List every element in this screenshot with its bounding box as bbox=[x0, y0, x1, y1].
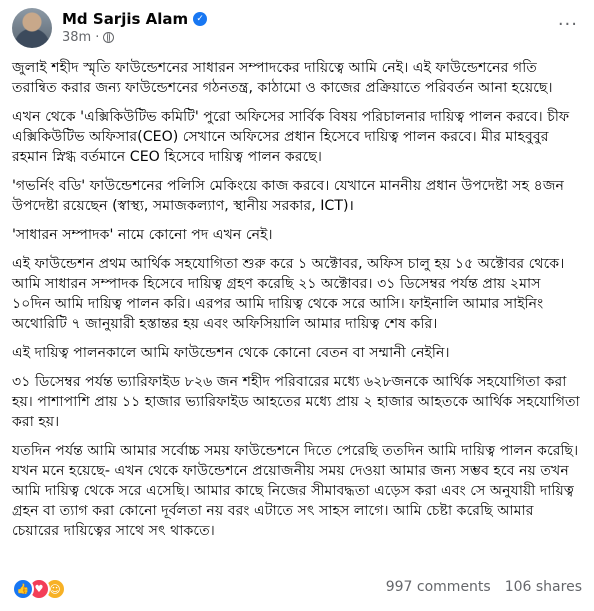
post-paragraph: এই দায়িত্ব পালনকালে আমি ফাউন্ডেশন থেকে … bbox=[12, 345, 450, 361]
globe-icon[interactable] bbox=[103, 32, 115, 43]
post-time[interactable]: 38m bbox=[62, 30, 91, 45]
engagement-bar: 👍 ♥ ☺ 997 comments 106 shares bbox=[12, 576, 582, 600]
post-body: জুলাই শহীদ স্মৃতি ফাউন্ডেশনের সাধারন সম্… bbox=[12, 58, 582, 541]
post-paragraph: ৩১ ডিসেম্বর পর্যন্ত ভ্যারিফাইড ৮২৬ জন শহ… bbox=[12, 374, 580, 430]
shares-count[interactable]: 106 shares bbox=[505, 579, 582, 595]
post-paragraph: জুলাই শহীদ স্মৃতি ফাউন্ডেশনের সাধারন সম্… bbox=[12, 60, 553, 96]
comments-count[interactable]: 997 comments bbox=[386, 579, 491, 595]
more-options-icon[interactable]: ··· bbox=[558, 14, 578, 35]
post-header: Md Sarjis Alam ✓ 38m · ··· bbox=[12, 8, 582, 50]
meta-separator: · bbox=[95, 30, 100, 45]
verified-badge-icon: ✓ bbox=[193, 12, 208, 26]
author-name[interactable]: Md Sarjis Alam bbox=[62, 10, 188, 28]
post-meta: 38m · bbox=[62, 30, 115, 45]
post-paragraph: এখন থেকে 'এক্সিকিউটিভ কমিটি' পুরো অফিসের… bbox=[12, 109, 570, 165]
facebook-post: Md Sarjis Alam ✓ 38m · ··· জুলাই শহীদ স্… bbox=[0, 0, 594, 611]
post-paragraph: এই ফাউন্ডেশন প্রথম আর্থিক সহযোগিতা শুরু … bbox=[12, 256, 565, 332]
post-paragraph: 'গভর্নিং বডি' ফাউন্ডেশনের পলিসি মেকিংয়ে… bbox=[12, 178, 565, 214]
author-line: Md Sarjis Alam ✓ bbox=[62, 10, 208, 28]
engagement-counts: 997 comments 106 shares bbox=[386, 579, 582, 595]
post-paragraph: 'সাধারন সম্পাদক' নামে কোনো পদ এখন নেই। bbox=[12, 227, 273, 243]
post-paragraph: যতদিন পর্যন্ত আমি আমার সর্বোচ্চ সময় ফাউ… bbox=[12, 443, 579, 539]
avatar[interactable] bbox=[12, 8, 52, 48]
reaction-summary[interactable]: 👍 ♥ ☺ bbox=[12, 578, 66, 600]
like-icon: 👍 bbox=[12, 578, 34, 600]
